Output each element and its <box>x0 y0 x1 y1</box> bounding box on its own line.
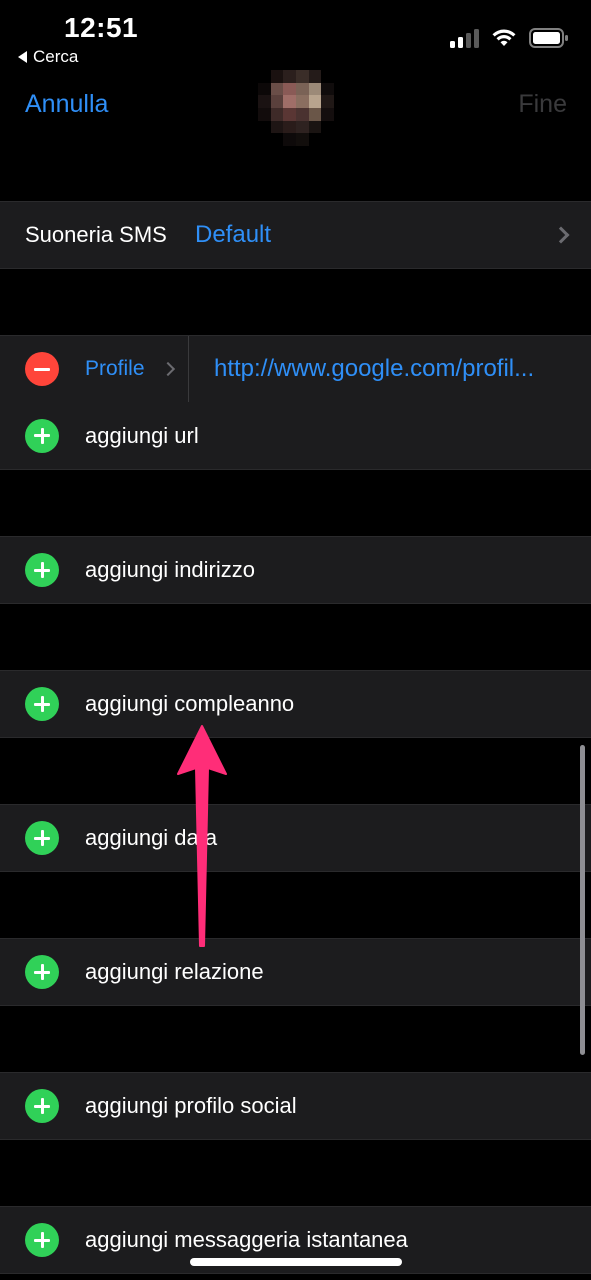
home-indicator[interactable] <box>190 1258 402 1266</box>
sms-ringtone-row[interactable]: Suoneria SMS Default <box>0 201 591 269</box>
add-birthday-row[interactable]: aggiungi compleanno <box>0 670 591 738</box>
status-icons <box>450 28 569 48</box>
chevron-right-icon <box>552 226 570 244</box>
add-instant-message-icon[interactable] <box>25 1223 59 1257</box>
add-birthday-label: aggiungi compleanno <box>85 691 295 716</box>
add-url-row[interactable]: aggiungi url <box>0 402 591 470</box>
sms-ringtone-value: Default <box>195 221 272 248</box>
add-social-profile-icon[interactable] <box>25 1089 59 1123</box>
add-relation-icon[interactable] <box>25 955 59 989</box>
scrollbar[interactable] <box>580 745 585 1055</box>
sms-ringtone-label: Suoneria SMS <box>25 222 167 247</box>
wifi-icon <box>491 28 517 48</box>
battery-icon <box>529 28 569 48</box>
add-date-icon[interactable] <box>25 821 59 855</box>
remove-url-button[interactable] <box>25 352 59 386</box>
url-entry-row[interactable]: Profile http://www.google.com/profil... <box>0 335 591 403</box>
add-social-profile-row[interactable]: aggiungi profilo social <box>0 1072 591 1140</box>
back-to-app-label: Cerca <box>33 47 79 66</box>
back-to-app-button[interactable]: Cerca <box>18 47 78 67</box>
add-url-label: aggiungi url <box>85 422 199 448</box>
url-field[interactable]: http://www.google.com/profil... <box>214 355 567 383</box>
add-address-icon[interactable] <box>25 553 59 587</box>
chevron-right-icon <box>160 361 176 377</box>
status-time: 12:51 <box>64 12 139 43</box>
add-relation-row[interactable]: aggiungi relazione <box>0 938 591 1006</box>
add-url-icon[interactable] <box>25 418 59 453</box>
done-button[interactable]: Fine <box>518 90 567 119</box>
contact-avatar[interactable] <box>258 70 334 146</box>
back-triangle-icon <box>18 51 27 63</box>
add-instant-message-label: aggiungi messaggeria istantanea <box>85 1227 408 1252</box>
url-type-label[interactable]: Profile <box>85 357 145 381</box>
annotation-arrow-icon <box>170 722 234 957</box>
cancel-button[interactable]: Annulla <box>25 90 108 119</box>
add-address-row[interactable]: aggiungi indirizzo <box>0 536 591 604</box>
add-address-label: aggiungi indirizzo <box>85 557 255 582</box>
cellular-signal-icon <box>450 28 479 48</box>
add-date-row[interactable]: aggiungi data <box>0 804 591 872</box>
field-divider <box>188 336 189 402</box>
add-relation-label: aggiungi relazione <box>85 959 264 984</box>
add-social-profile-label: aggiungi profilo social <box>85 1093 297 1118</box>
add-birthday-icon[interactable] <box>25 687 59 721</box>
